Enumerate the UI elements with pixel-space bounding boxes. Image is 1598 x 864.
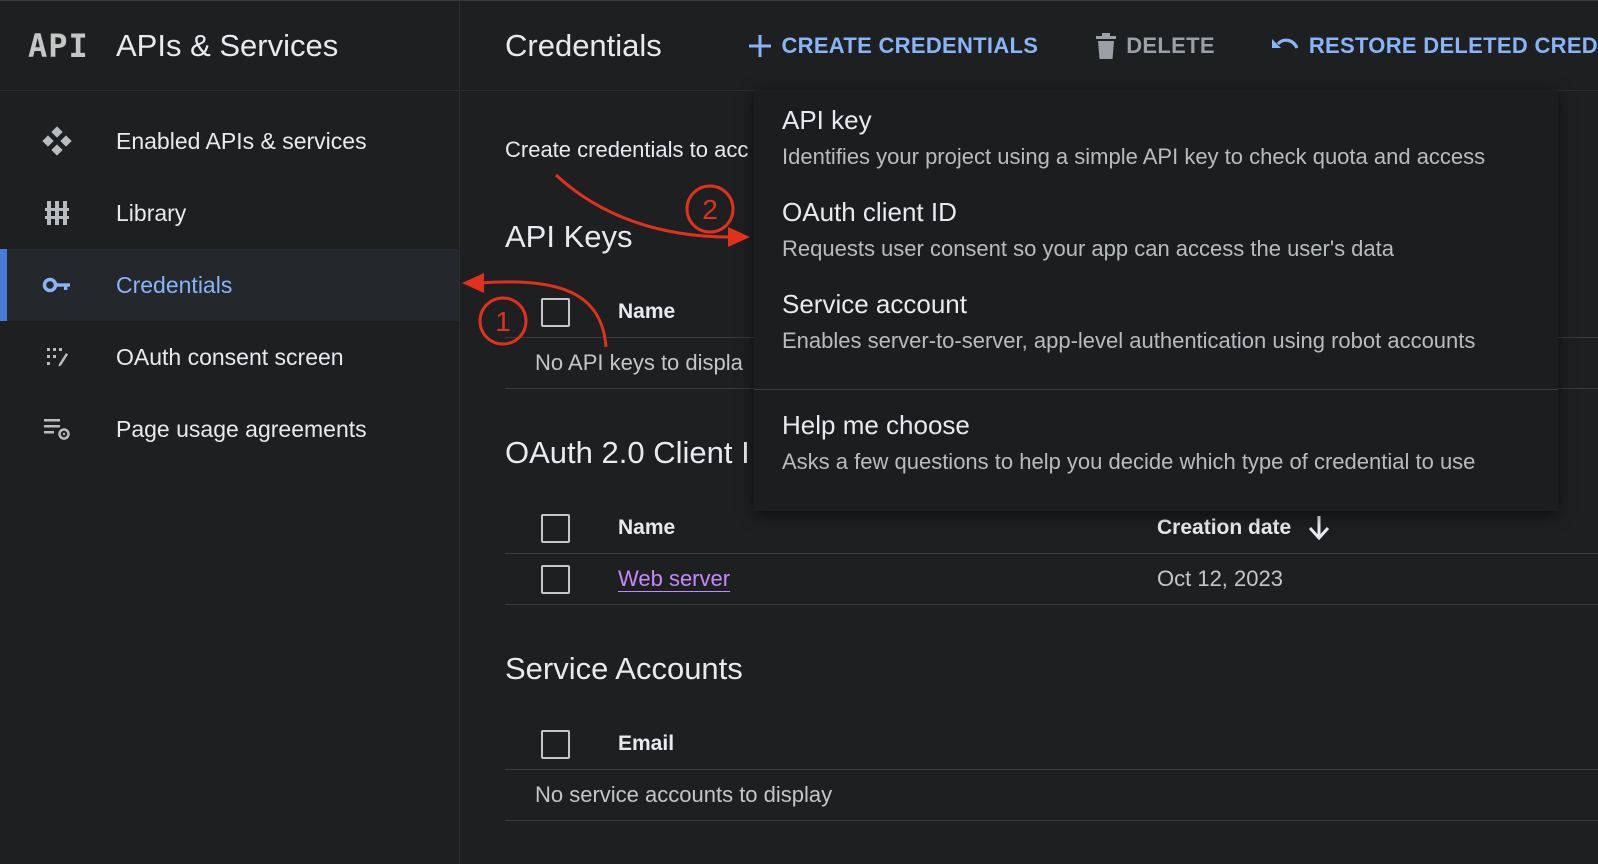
table-empty-row: No service accounts to display [505,770,1598,821]
table-header-row: Email [505,719,1598,770]
menu-item-api-key[interactable]: API key Identifies your project using a … [782,105,1485,170]
column-header-name: Name [618,300,676,323]
empty-message: No service accounts to display [535,782,833,807]
sidebar-item-credentials[interactable]: Credentials [0,249,459,321]
sidebar-item-label: Enabled APIs & services [116,127,367,154]
sidebar-item-library[interactable]: Library [0,177,459,249]
menu-item-description: Identifies your project using a simple A… [782,144,1486,169]
sidebar-item-enabled-apis[interactable]: Enabled APIs & services [0,105,459,177]
menu-item-title: API key [782,105,872,135]
menu-item-title: OAuth client ID [782,197,957,227]
trash-icon [1096,32,1117,59]
sidebar-title: APIs & Services [116,27,339,63]
menu-item-description: Enables server-to-server, app-level auth… [782,328,1476,353]
client-name-link[interactable]: Web server [618,566,730,592]
delete-label: DELETE [1126,32,1215,58]
row-checkbox[interactable] [541,565,570,594]
delete-button[interactable]: DELETE [1096,32,1215,59]
menu-item-oauth-client-id[interactable]: OAuth client ID Requests user consent so… [782,197,1394,262]
menu-item-description: Requests user consent so your app can ac… [782,236,1394,261]
diamond-grid-icon [0,126,116,156]
restore-deleted-label: RESTORE DELETED CRED [1308,32,1598,58]
sidebar-header: API APIs & Services [0,1,459,91]
restore-deleted-button[interactable]: RESTORE DELETED CRED [1271,33,1598,59]
settings-list-icon [0,416,116,442]
create-credentials-menu: API key Identifies your project using a … [754,89,1558,511]
toolbar: Credentials CREATE CREDENTIALS DELETE RE… [461,1,1598,91]
creation-date-cell: Oct 12, 2023 [1157,566,1283,591]
sidebar-item-label: Library [116,199,187,226]
menu-item-title: Help me choose [782,410,970,440]
menu-item-description: Asks a few questions to help you decide … [782,449,1476,474]
menu-item-title: Service account [782,289,967,319]
empty-message: No API keys to displa [535,350,743,375]
oauth-clients-table: Name Creation date Web server Oct 12, 20… [505,503,1598,605]
app-window: API APIs & Services Enabled APIs & servi… [0,0,1598,864]
column-header-label: Creation date [1157,516,1292,539]
column-header-creation-date[interactable]: Creation date [1157,516,1330,540]
create-credentials-button[interactable]: CREATE CREDENTIALS [749,33,1038,59]
sidebar-nav: Enabled APIs & services Library Credenti… [0,105,459,465]
select-all-checkbox[interactable] [541,298,570,327]
arrow-down-icon [1309,516,1330,540]
sidebar-item-label: Credentials [116,271,233,298]
library-icon [0,199,116,227]
table-row: Web server Oct 12, 2023 [505,554,1598,605]
page-title: Credentials [505,27,662,63]
menu-item-service-account[interactable]: Service account Enables server-to-server… [782,289,1475,354]
menu-divider [754,389,1558,390]
plus-icon [749,34,772,57]
sidebar-item-page-usage[interactable]: Page usage agreements [0,393,459,465]
column-header-email: Email [618,732,675,755]
api-logo: API [28,26,89,65]
column-header-name: Name [618,516,676,539]
sidebar-item-label: OAuth consent screen [116,343,344,370]
consent-screen-icon [0,344,116,370]
select-all-checkbox[interactable] [541,514,570,543]
key-icon [0,276,116,294]
sidebar: API APIs & Services Enabled APIs & servi… [0,1,460,864]
sidebar-item-oauth-consent[interactable]: OAuth consent screen [0,321,459,393]
select-all-checkbox[interactable] [541,730,570,759]
create-credentials-label: CREATE CREDENTIALS [781,32,1039,58]
service-accounts-title: Service Accounts [505,651,743,686]
sidebar-item-label: Page usage agreements [116,415,367,442]
intro-text: Create credentials to acc [505,137,749,162]
oauth-clients-title: OAuth 2.0 Client I [505,435,750,470]
undo-icon [1271,36,1299,56]
api-keys-title: API Keys [505,219,633,254]
menu-item-help-me-choose[interactable]: Help me choose Asks a few questions to h… [782,410,1475,475]
service-accounts-table: Email No service accounts to display [505,719,1598,821]
